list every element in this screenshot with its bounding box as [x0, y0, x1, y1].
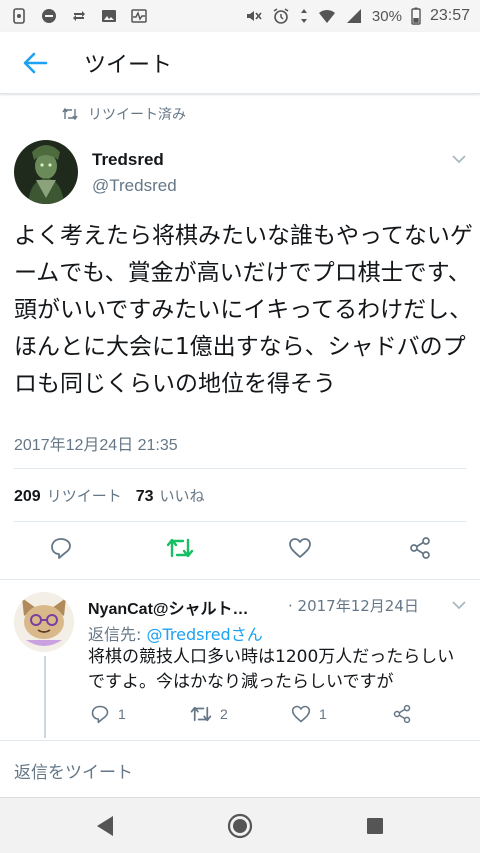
nav-home-button[interactable] — [226, 812, 254, 840]
heart-icon — [289, 538, 311, 558]
dnd-icon — [42, 9, 56, 23]
system-navigation-bar — [0, 797, 480, 853]
reply-icon — [51, 538, 71, 559]
reply-author-avatar[interactable] — [14, 592, 74, 652]
battery-percent: 30% — [371, 7, 402, 25]
reply-like-button[interactable]: 1 — [291, 704, 327, 724]
tweet-menu-chevron-icon[interactable] — [452, 154, 466, 164]
retweet-icon — [190, 706, 212, 722]
clock: 23:57 — [429, 7, 470, 24]
back-arrow-icon — [23, 52, 48, 73]
reply-author-name[interactable]: NyanCat@シャルト… — [88, 595, 249, 619]
share-icon — [410, 537, 430, 559]
like-button[interactable] — [285, 533, 315, 563]
reply-menu-chevron-icon[interactable] — [452, 600, 466, 610]
like-count[interactable]: 73 — [136, 488, 154, 506]
share-icon — [393, 704, 411, 724]
retweet-small-icon — [62, 107, 78, 121]
reply-to-line: 返信先: @Tredsredさん — [88, 621, 263, 645]
author-avatar-image — [14, 140, 78, 204]
heart-icon — [291, 705, 311, 723]
wifi-icon — [318, 9, 335, 23]
retweet-icon — [166, 538, 194, 558]
status-bar: 30% 23:57 — [0, 0, 480, 32]
tweet-actions — [0, 533, 480, 567]
share-button[interactable] — [405, 533, 435, 563]
reply-avatar-image — [14, 592, 74, 652]
reply-retweet-count: 2 — [220, 706, 228, 722]
page-title: ツイート — [84, 52, 173, 78]
nav-back-button[interactable] — [91, 812, 119, 840]
reply-compose-field[interactable]: 返信をツイート — [14, 758, 133, 783]
divider — [0, 579, 480, 580]
reply-to-prefix: 返信先: — [88, 625, 147, 644]
signal-icon — [346, 9, 361, 23]
tweet-text: よく考えたら将棋みたいな誰もやってないゲームでも、賞金が高いだけでプロ棋士です、… — [14, 223, 473, 397]
reply-button[interactable] — [46, 533, 76, 563]
reply-text: 将棋の競技人口多い時は1200万人だったらしいですよ。今はかなり減ったらしいです… — [88, 647, 455, 692]
retweet-count-label[interactable]: リツイート — [47, 485, 122, 506]
retweeted-label: リツイート済み — [88, 107, 186, 123]
author-avatar[interactable] — [14, 140, 78, 204]
divider — [0, 740, 480, 741]
retweet-count[interactable]: 209 — [14, 488, 41, 506]
sim-icon — [13, 8, 25, 24]
app-header: ツイート — [0, 32, 480, 94]
reply-to-mention[interactable]: @Tredsredさん — [146, 625, 262, 644]
retweeted-indicator: リツイート済み — [62, 104, 186, 124]
sync-icon — [73, 11, 85, 21]
reply-like-count: 1 — [319, 706, 327, 722]
author-name[interactable]: Tredsred — [92, 150, 164, 170]
nav-recents-button[interactable] — [361, 812, 389, 840]
author-handle[interactable]: @Tredsred — [92, 176, 177, 196]
reply-date: · 2017年12月24日 — [288, 597, 419, 615]
tweet-timestamp: 2017年12月24日 21:35 — [14, 437, 178, 454]
retweet-button[interactable] — [165, 533, 195, 563]
pulse-icon — [131, 9, 147, 23]
reply-reply-button[interactable]: 1 — [90, 704, 126, 724]
nav-recents-icon — [367, 818, 383, 834]
data-arrows-icon — [300, 9, 307, 23]
tweet-stats: 209 リツイート 73 いいね — [14, 485, 219, 506]
reply-share-button[interactable] — [392, 704, 412, 724]
reply-actions: 1 2 1 — [0, 704, 480, 726]
image-icon — [102, 10, 116, 22]
divider — [14, 468, 466, 469]
alarm-icon — [273, 8, 289, 24]
reply-reply-count: 1 — [118, 706, 126, 722]
reply-retweet-button[interactable]: 2 — [190, 704, 228, 724]
mute-icon — [246, 11, 262, 21]
back-button[interactable] — [0, 32, 70, 94]
like-count-label[interactable]: いいね — [160, 485, 205, 506]
battery-icon — [411, 7, 421, 25]
reply-icon — [91, 705, 109, 724]
nav-home-icon — [227, 813, 253, 839]
divider — [14, 521, 466, 522]
nav-back-icon — [97, 816, 113, 836]
